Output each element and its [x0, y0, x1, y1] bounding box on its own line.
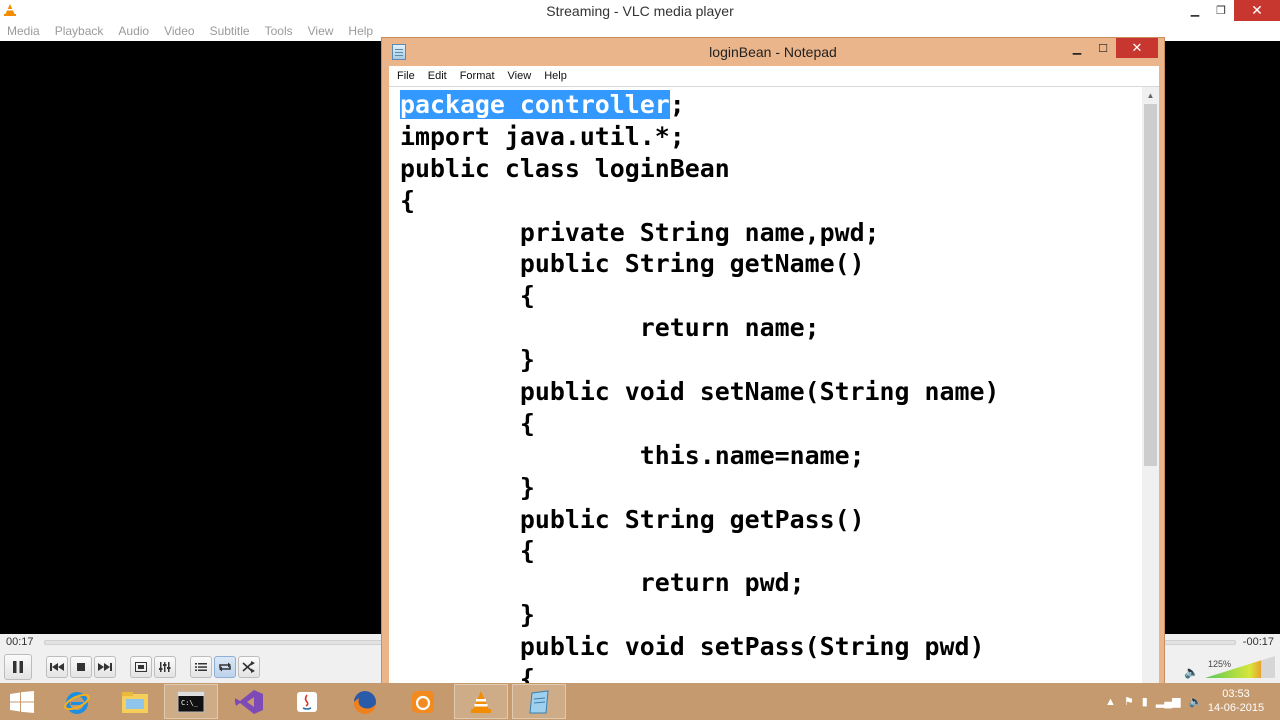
minimize-button[interactable]: ▁ — [1182, 0, 1208, 21]
fullscreen-icon — [135, 662, 147, 672]
clock-time: 03:53 — [1222, 688, 1250, 700]
code-line: public class loginBean — [400, 153, 730, 183]
menu-media[interactable]: Media — [7, 24, 40, 38]
taskbar-firefox[interactable] — [338, 684, 392, 719]
notepad-menu-view[interactable]: View — [508, 70, 532, 82]
notepad-menu-help[interactable]: Help — [544, 70, 567, 82]
next-icon — [98, 663, 112, 671]
svg-text:C:\_: C:\_ — [181, 699, 199, 707]
next-button[interactable] — [94, 656, 116, 678]
code-line: } — [400, 600, 535, 630]
notepad-title: loginBean - Notepad — [709, 44, 837, 60]
taskbar-uc-browser[interactable] — [396, 684, 450, 719]
code-line: public void setName(String name) — [400, 377, 1000, 407]
notepad-menubar: File Edit Format View Help — [389, 66, 1159, 86]
taskbar-internet-explorer[interactable] — [50, 684, 104, 719]
visual-studio-icon — [235, 689, 263, 714]
notepad-maximize-button[interactable]: ☐ — [1090, 38, 1116, 58]
code-line: package controller; — [400, 90, 685, 119]
taskbar-file-explorer[interactable] — [108, 684, 162, 719]
firefox-icon — [353, 690, 376, 714]
code-line: { — [400, 536, 535, 566]
show-hidden-icons-icon[interactable]: ▲ — [1105, 696, 1116, 708]
menu-playback[interactable]: Playback — [55, 24, 104, 38]
notepad-window: loginBean - Notepad ▁ ☐ ✕ File Edit Form… — [381, 37, 1165, 691]
start-button[interactable] — [10, 691, 34, 713]
menu-help[interactable]: Help — [348, 24, 373, 38]
vlc-icon — [471, 690, 491, 713]
speaker-icon[interactable]: 🔈 — [1184, 665, 1199, 679]
loop-icon — [219, 662, 231, 672]
vertical-scrollbar[interactable]: ▲ — [1142, 87, 1159, 686]
uc-browser-icon — [412, 690, 434, 713]
power-icon[interactable]: ▮ — [1142, 695, 1148, 708]
taskbar-command-prompt[interactable]: C:\_ — [164, 684, 218, 719]
previous-icon — [50, 663, 64, 671]
code-line: return pwd; — [400, 568, 805, 598]
code-line: { — [400, 408, 535, 438]
clock-date: 14-06-2015 — [1207, 702, 1265, 714]
volume-percent: 125% — [1208, 659, 1232, 669]
shuffle-button[interactable] — [238, 656, 260, 678]
shuffle-icon — [242, 661, 255, 673]
java-icon — [297, 691, 317, 712]
command-prompt-icon: C:\_ — [177, 691, 205, 712]
playlist-icon — [195, 663, 207, 671]
scroll-up-arrow-icon[interactable]: ▲ — [1142, 87, 1159, 104]
notepad-minimize-button[interactable]: ▁ — [1064, 38, 1090, 58]
menu-video[interactable]: Video — [164, 24, 194, 38]
code-line: private String name,pwd; — [400, 217, 880, 247]
taskbar-java[interactable] — [280, 684, 334, 719]
equalizer-icon — [159, 662, 171, 672]
notepad-menu-format[interactable]: Format — [460, 70, 495, 82]
file-explorer-icon — [122, 691, 148, 713]
taskbar-visual-studio[interactable] — [222, 684, 276, 719]
selected-text: package controller — [400, 90, 670, 119]
scroll-thumb[interactable] — [1144, 104, 1157, 466]
remaining-time[interactable]: -00:17 — [1243, 636, 1274, 648]
loop-button[interactable] — [214, 656, 236, 678]
code-line: public String getPass() — [400, 504, 865, 534]
menu-subtitle[interactable]: Subtitle — [210, 24, 250, 38]
extended-settings-button[interactable] — [154, 656, 176, 678]
pause-icon — [13, 661, 23, 673]
code-line: { — [400, 281, 535, 311]
elapsed-time[interactable]: 00:17 — [6, 636, 34, 648]
code-line: } — [400, 345, 535, 375]
taskbar-notepad[interactable] — [512, 684, 566, 719]
window-title: Streaming - VLC media player — [546, 3, 734, 19]
code-line: public String getName() — [400, 249, 865, 279]
menu-audio[interactable]: Audio — [118, 24, 149, 38]
internet-explorer-icon — [64, 691, 90, 714]
notepad-icon — [529, 689, 549, 713]
playlist-button[interactable] — [190, 656, 212, 678]
taskbar-vlc[interactable] — [454, 684, 508, 719]
clock[interactable]: 03:53 14-06-2015 — [1200, 687, 1272, 715]
notepad-text-area[interactable]: package controller; import java.util.*; … — [389, 86, 1159, 686]
fullscreen-button[interactable] — [130, 656, 152, 678]
menu-view[interactable]: View — [308, 24, 334, 38]
notepad-titlebar[interactable]: loginBean - Notepad ▁ ☐ ✕ — [382, 38, 1164, 66]
network-icon[interactable]: ▂▄▆ — [1156, 695, 1181, 708]
vlc-titlebar: Streaming - VLC media player ▁ ❐ ✕ — [0, 0, 1280, 21]
code-line: public void setPass(String pwd) — [400, 632, 985, 662]
taskbar: C:\_ ▲ ⚑ ▮ ▂▄▆ 🔈 03:53 14-06-2015 — [0, 683, 1280, 720]
restore-button[interactable]: ❐ — [1208, 0, 1234, 21]
stop-icon — [77, 663, 85, 671]
code-line: import java.util.*; — [400, 121, 685, 151]
system-tray: ▲ ⚑ ▮ ▂▄▆ 🔈 — [1105, 683, 1210, 720]
code-line: return name; — [400, 313, 820, 343]
notepad-close-button[interactable]: ✕ — [1116, 38, 1158, 58]
code-line: this.name=name; — [400, 440, 865, 470]
previous-button[interactable] — [46, 656, 68, 678]
stop-button[interactable] — [70, 656, 92, 678]
pause-button[interactable] — [4, 654, 32, 680]
close-button[interactable]: ✕ — [1234, 0, 1280, 21]
notepad-menu-edit[interactable]: Edit — [428, 70, 447, 82]
action-center-icon[interactable]: ⚑ — [1124, 695, 1134, 708]
code-line: } — [400, 472, 535, 502]
code-line: { — [400, 185, 415, 215]
notepad-menu-file[interactable]: File — [397, 70, 415, 82]
menu-tools[interactable]: Tools — [265, 24, 293, 38]
